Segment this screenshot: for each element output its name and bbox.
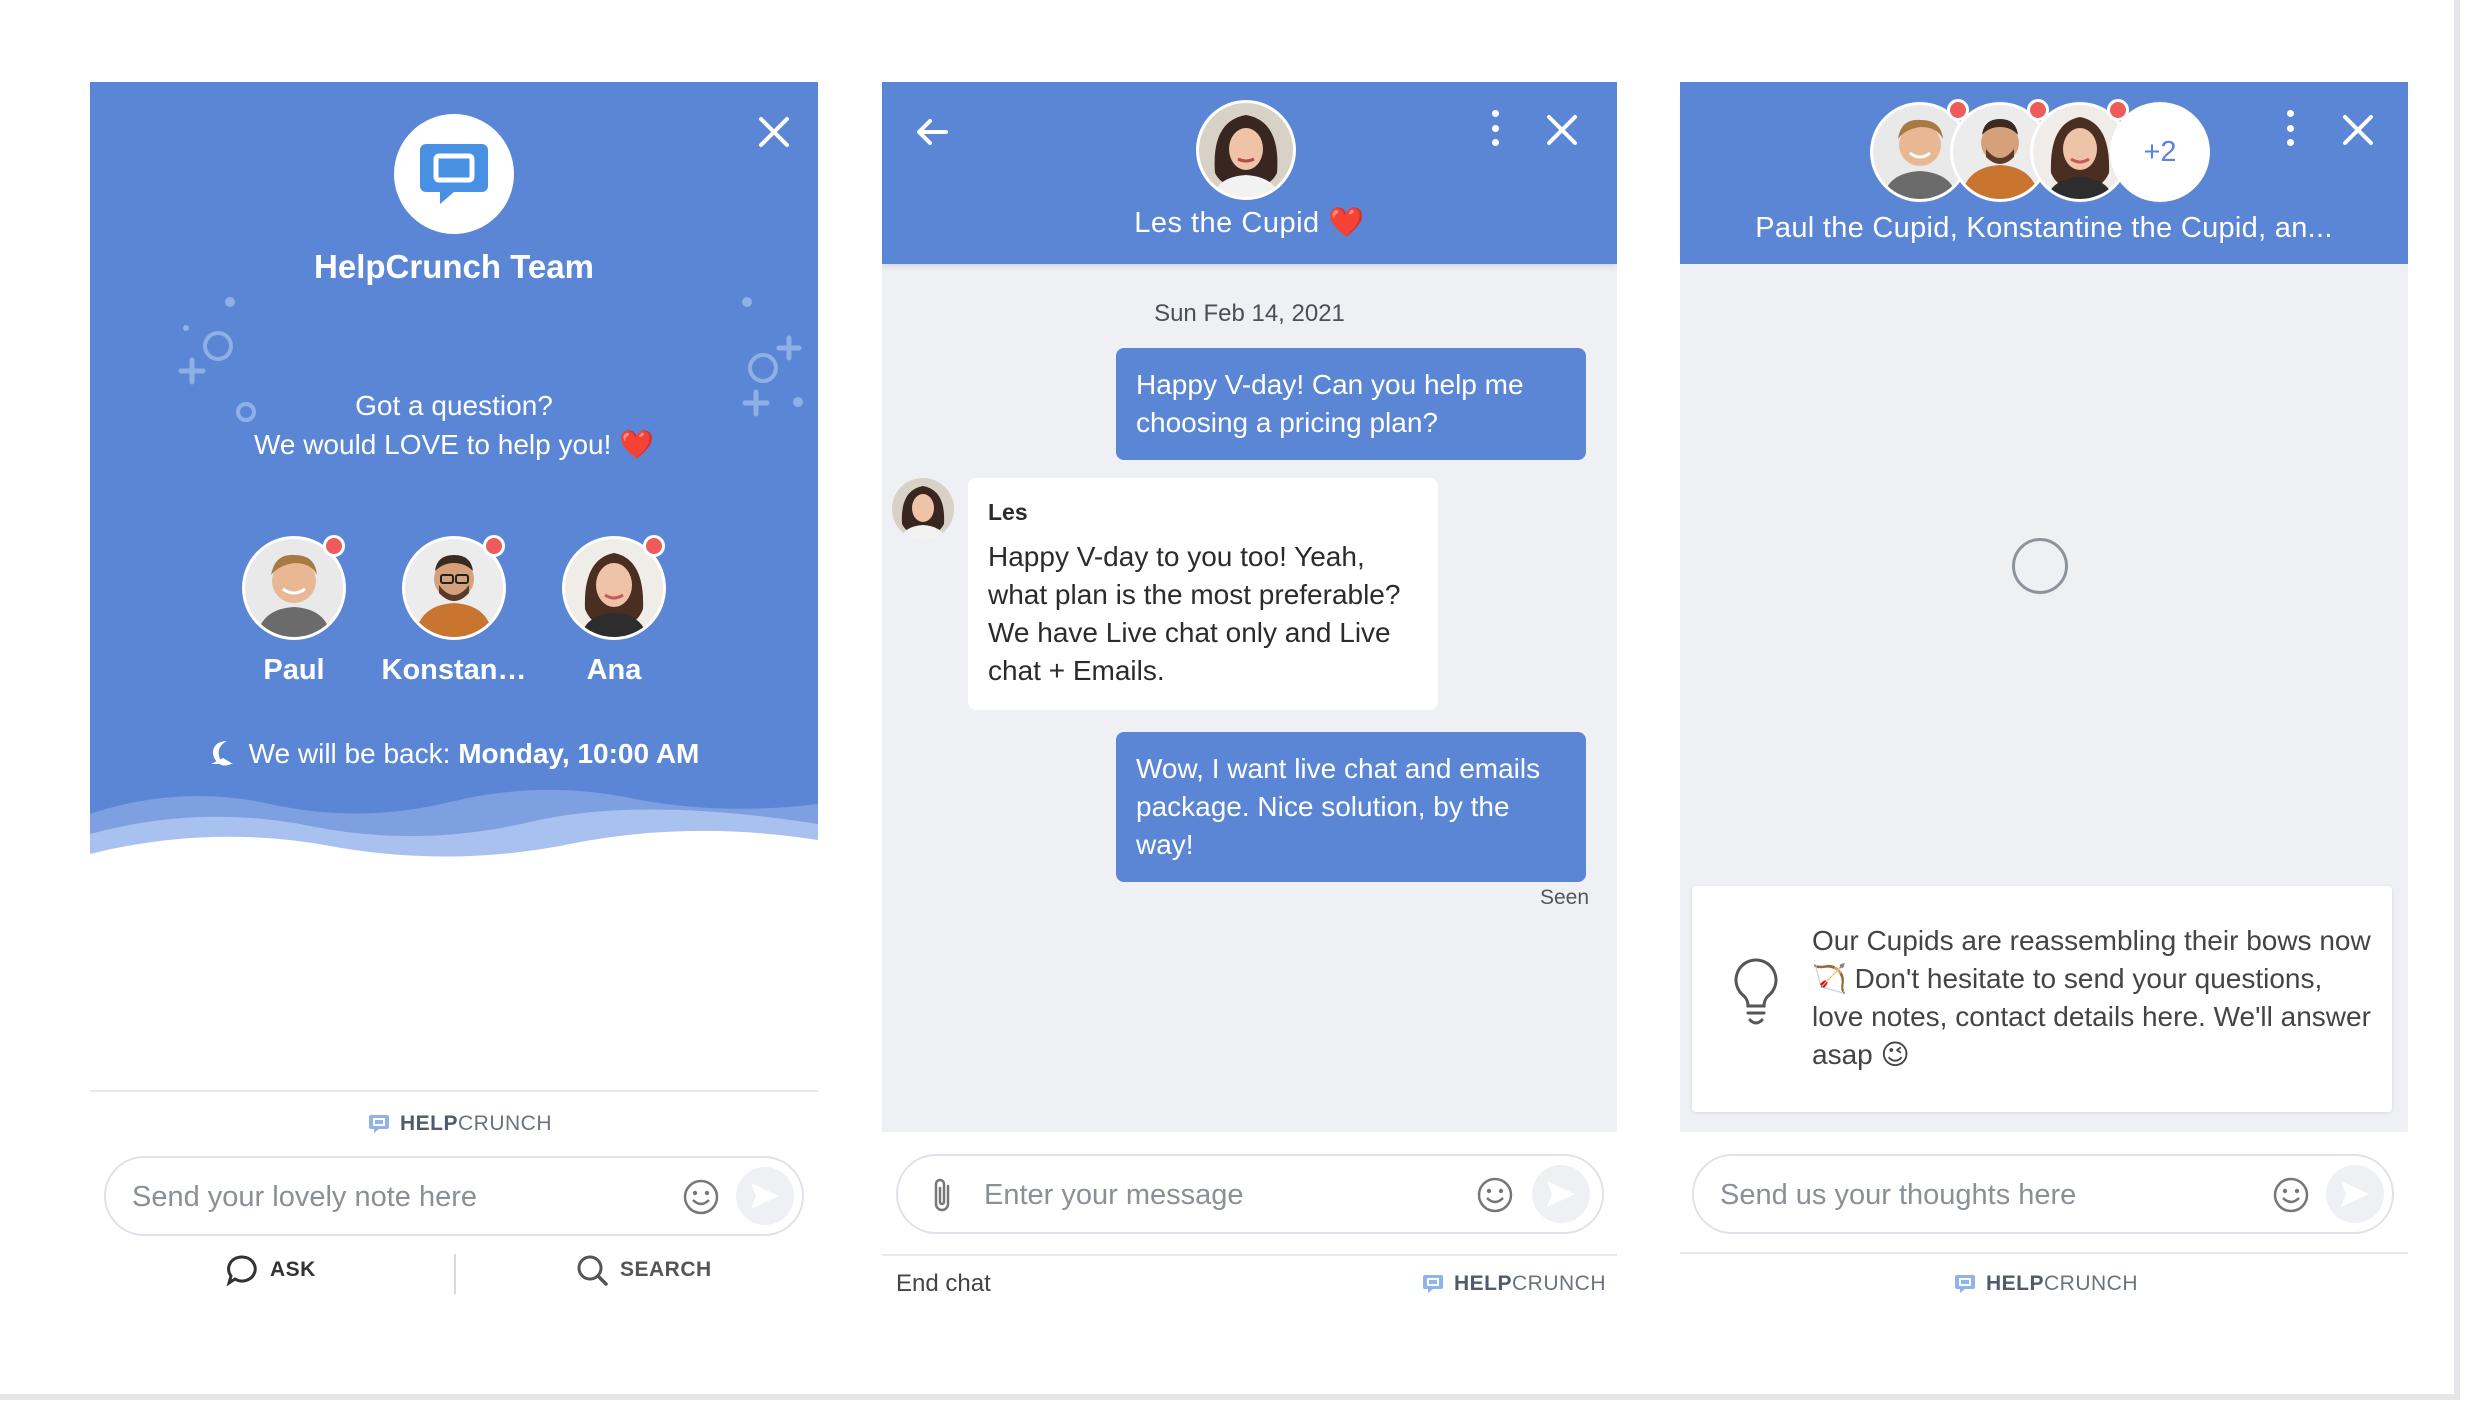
close-icon	[2343, 115, 2373, 145]
search-icon	[577, 1255, 608, 1286]
offline-notice: Our Cupids are reassembling their bows n…	[1692, 886, 2392, 1112]
smile-icon[interactable]	[682, 1178, 720, 1216]
helpcrunch-logo-icon	[1955, 1275, 1975, 1293]
chat-bubble-icon	[420, 144, 488, 204]
agent-ana[interactable]: Ana	[534, 535, 694, 687]
lightbulb-icon	[1734, 958, 1778, 1025]
chat-date: Sun Feb 14, 2021	[1154, 300, 1345, 327]
send-button[interactable]	[736, 1167, 794, 1225]
close-icon	[1547, 115, 1577, 145]
more-vertical-icon	[1491, 110, 1499, 117]
message-composer	[1692, 1154, 2394, 1234]
sender-name: Les	[988, 499, 1028, 525]
greeting-line-2: We would LOVE to help you! ❤️	[253, 429, 655, 460]
agent-name: Les the Cupid ❤️	[1134, 207, 1365, 239]
avatar	[402, 535, 506, 640]
message-input[interactable]	[132, 1176, 652, 1218]
divider	[1680, 1252, 2408, 1254]
team-name: Paul the Cupid, Konstantine the Cupid, a…	[1755, 212, 2333, 244]
agent-name: Ana	[586, 654, 642, 686]
more-menu-button[interactable]	[2284, 110, 2296, 146]
agent-avatar	[1196, 100, 1296, 200]
chat-bubble-icon	[226, 1255, 257, 1286]
widget-home-panel: HelpCrunch Team Got a question? We would…	[90, 82, 818, 1314]
back-time: Monday, 10:00 AM	[458, 738, 700, 769]
powered-by[interactable]: HELPCRUNCH	[1422, 1272, 1606, 1296]
message-text: Happy V-day to you too! Yeah, what plan …	[988, 541, 1401, 686]
more-agents-badge: +2	[2110, 102, 2210, 202]
loading-spinner	[2012, 538, 2068, 594]
back-arrow-icon	[917, 119, 948, 145]
moon-icon	[210, 741, 233, 766]
close-icon	[759, 117, 789, 147]
agent-konstantine[interactable]: Konstan…	[374, 535, 534, 687]
divider	[90, 1090, 818, 1092]
more-vertical-icon	[2286, 110, 2294, 117]
end-chat-link[interactable]: End chat	[896, 1270, 991, 1298]
close-button[interactable]	[752, 110, 796, 154]
send-icon	[2341, 1181, 2369, 1207]
agent-name: Konstan…	[381, 654, 527, 686]
brand-rest: CRUNCH	[1512, 1272, 1607, 1295]
powered-by[interactable]: HELPCRUNCH	[1954, 1272, 2138, 1296]
greeting-line-1: Got a question?	[355, 390, 553, 421]
chat-conversation-panel: Les the Cupid ❤️ Sun Feb 14, 2021 Happy …	[882, 82, 1617, 1314]
send-icon	[1547, 1181, 1575, 1207]
message-input[interactable]	[984, 1174, 1454, 1216]
send-button[interactable]	[1532, 1165, 1590, 1223]
wave-decoration	[90, 789, 818, 884]
message-bubble-incoming: Les Happy V-day to you too! Yeah, what p…	[968, 478, 1438, 710]
tab-label: SEARCH	[620, 1258, 712, 1281]
chat-header: +2 Paul the Cupid, Konstantine the Cupid…	[1680, 82, 2408, 264]
brand-rest: CRUNCH	[458, 1112, 553, 1135]
screenshot-frame: HelpCrunch Team Got a question? We would…	[0, 0, 2460, 1400]
message-composer	[104, 1156, 804, 1236]
agent-name: Paul	[263, 654, 325, 686]
notice-text: Our Cupids are reassembling their bows n…	[1812, 925, 2371, 1070]
chat-header: Les the Cupid ❤️	[882, 82, 1617, 264]
helpcrunch-logo-icon	[1423, 1275, 1443, 1293]
smile-icon[interactable]	[2272, 1176, 2310, 1214]
tab-separator	[454, 1254, 456, 1294]
team-title: HelpCrunch Team	[314, 248, 594, 285]
brand-rest: CRUNCH	[2044, 1272, 2139, 1295]
send-button[interactable]	[2326, 1165, 2384, 1223]
message-bubble-outgoing: Wow, I want live chat and emails package…	[1116, 732, 1586, 882]
seen-status: Seen	[1540, 886, 1590, 909]
helpcrunch-logo-icon	[369, 1115, 389, 1133]
message-input[interactable]	[1720, 1174, 2240, 1216]
back-schedule: We will be back: Monday, 10:00 AM	[90, 738, 818, 770]
brand-bold: HELP	[1454, 1272, 1513, 1295]
status-dot	[643, 535, 665, 557]
smile-icon[interactable]	[1476, 1176, 1514, 1214]
agent-avatar-small	[892, 478, 954, 540]
home-hero: HelpCrunch Team Got a question? We would…	[90, 82, 818, 884]
message-bubble-outgoing: Happy V-day! Can you help me choosing a …	[1116, 348, 1586, 460]
brand-bold: HELP	[1986, 1272, 2045, 1295]
paperclip-icon[interactable]	[928, 1176, 958, 1216]
close-button[interactable]	[2336, 108, 2380, 152]
tab-search[interactable]: SEARCH	[576, 1254, 712, 1286]
helpcrunch-logo	[394, 114, 514, 234]
divider	[882, 1254, 1617, 1256]
group-chat-panel: +2 Paul the Cupid, Konstantine the Cupid…	[1680, 82, 2408, 1314]
tab-ask[interactable]: ASK	[226, 1254, 316, 1286]
powered-by[interactable]: HELPCRUNCH	[368, 1112, 552, 1136]
message-composer	[896, 1154, 1604, 1234]
avatar	[562, 535, 666, 640]
back-button[interactable]	[912, 112, 952, 152]
avatar	[242, 535, 346, 640]
status-dot	[483, 535, 505, 557]
tab-label: ASK	[270, 1258, 316, 1281]
more-menu-button[interactable]	[1489, 110, 1501, 146]
send-icon	[751, 1183, 779, 1209]
brand-bold: HELP	[400, 1112, 459, 1135]
back-prefix: We will be back:	[248, 738, 451, 769]
agent-paul[interactable]: Paul	[214, 535, 374, 687]
close-button[interactable]	[1540, 108, 1584, 152]
status-dot	[323, 535, 345, 557]
